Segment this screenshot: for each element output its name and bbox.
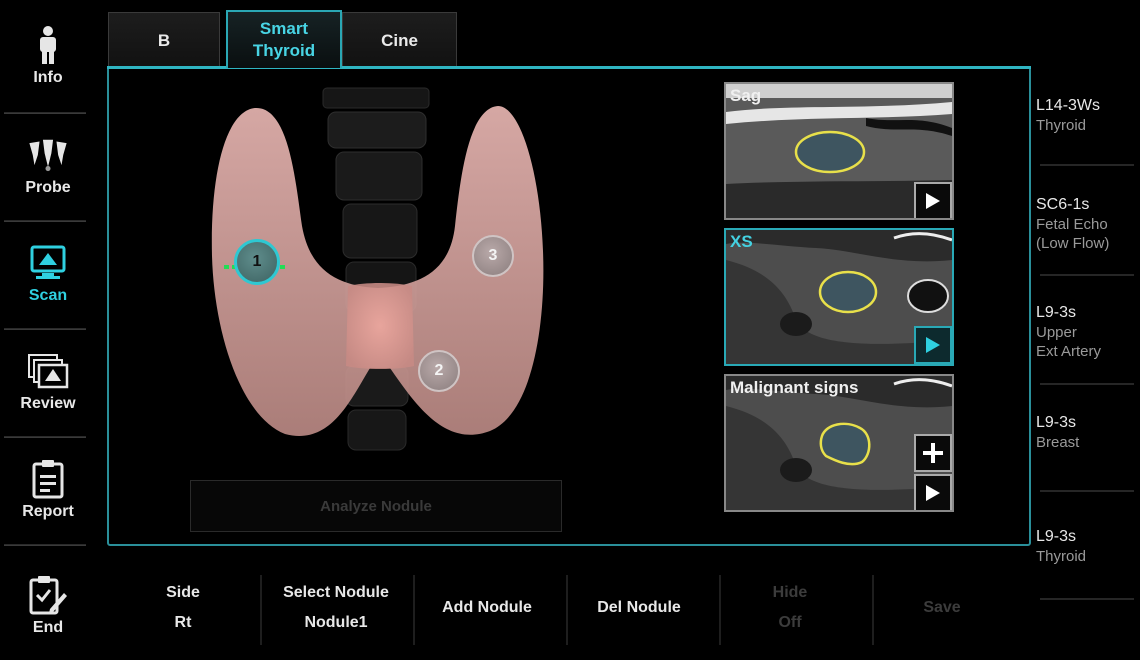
sidebar-item-label: Scan [28,287,68,304]
tab-b[interactable]: B [108,12,220,68]
play-button[interactable] [914,182,952,218]
thumbnail-malignant-signs[interactable]: Malignant signs [724,374,954,512]
add-nodule-button[interactable]: Add Nodule [412,560,562,656]
sidebar-item-end[interactable]: End [0,552,96,658]
person-icon [26,23,70,67]
probe-preset-l9-3s-thyroid[interactable]: L9-3s Thyroid [1036,527,1140,566]
tab-label: B [157,30,171,50]
sidebar-divider [4,544,86,546]
sidebar-item-label: Report [22,503,74,520]
control-label: Select Nodule [283,584,389,601]
tab-label: Smart Thyroid [252,19,316,60]
sidebar-item-scan[interactable]: Scan [0,220,96,326]
control-label: Add Nodule [442,599,532,616]
end-icon [26,573,70,617]
play-button[interactable] [914,326,952,364]
probe-name: L9-3s [1036,304,1077,321]
probe-divider [1040,598,1134,600]
probe-preset-sc6-1s[interactable]: SC6-1s Fetal Echo (Low Flow) [1036,195,1140,253]
sidebar-item-report[interactable]: Report [0,436,96,542]
sidebar-item-review[interactable]: Review [0,328,96,434]
thumbnail-xs[interactable]: XS [724,228,954,366]
probe-name: L9-3s [1036,414,1077,431]
play-icon [926,485,940,501]
sidebar-item-probe[interactable]: Probe [0,112,96,218]
nodule-marker-3[interactable]: 3 [472,235,514,277]
sidebar-item-label: Probe [25,179,71,196]
control-value: Rt [174,614,192,631]
probe-divider [1040,490,1134,492]
probe-preset: Thyroid [1036,117,1087,134]
play-icon [926,193,940,209]
probe-name: L14-3Ws [1036,97,1101,114]
control-value: Nodule1 [304,614,368,631]
control-label: Hide [772,584,808,601]
nodule-label: 1 [252,253,262,270]
nodule-outline [794,130,866,174]
probe-preset-l14-3ws[interactable]: L14-3Ws Thyroid [1036,96,1140,135]
thumbnail-sag[interactable]: Sag [724,82,954,220]
probe-preset: Ext Artery [1036,343,1102,360]
review-icon [26,349,70,393]
probe-divider [1040,274,1134,276]
report-icon [26,457,70,501]
tab-smart-thyroid[interactable]: Smart Thyroid [226,10,342,68]
sidebar-item-label: Review [20,395,76,412]
probe-preset: Fetal Echo [1036,216,1108,233]
thumbnail-title: Malignant signs [730,378,859,397]
hide-control[interactable]: Hide Off [715,560,865,656]
thyroid-isthmus [346,283,414,369]
select-nodule-control[interactable]: Select Nodule Nodule1 [261,560,411,656]
tab-cine[interactable]: Cine [342,12,457,68]
probe-divider [1040,383,1134,385]
save-button[interactable]: Save [867,560,1017,656]
probe-preset: (Low Flow) [1036,235,1110,252]
probe-preset: Breast [1036,434,1080,451]
tab-label: Cine [381,30,418,50]
probe-preset-l9-3s-upper-ext-artery[interactable]: L9-3s Upper Ext Artery [1036,303,1140,361]
plus-icon [923,443,943,463]
probe-divider [1040,164,1134,166]
sidebar-item-info[interactable]: Info [0,2,96,108]
nodule-label: 3 [488,247,498,264]
nodule-outline [818,270,878,314]
analyze-nodule-label: Analyze Nodule [320,497,432,515]
del-nodule-button[interactable]: Del Nodule [564,560,714,656]
control-label: Del Nodule [597,599,681,616]
nodule-marker-1[interactable]: 1 [234,239,280,285]
analyze-nodule-button[interactable]: Analyze Nodule [190,480,562,532]
control-label: Save [923,599,961,616]
probe-preset-l9-3s-breast[interactable]: L9-3s Breast [1036,413,1140,452]
scan-icon [26,241,70,285]
side-control[interactable]: Side Rt [108,560,258,656]
probe-icon [26,133,70,177]
probe-preset: Thyroid [1036,548,1087,565]
probe-preset: Upper [1036,324,1077,341]
sidebar-item-label: Info [33,69,63,86]
expand-button[interactable] [914,434,952,472]
nodule-label: 2 [434,362,444,379]
thumbnail-title: Sag [730,86,762,105]
play-button[interactable] [914,474,952,510]
control-value: Off [778,614,802,631]
probe-name: L9-3s [1036,528,1077,545]
nodule-marker-2[interactable]: 2 [418,350,460,392]
sidebar-item-label: End [32,619,64,636]
left-sidebar: Info Probe Scan Review Report End [0,0,96,660]
play-icon [926,337,940,353]
control-label: Side [166,584,200,601]
thumbnail-title: XS [730,232,753,251]
nodule-outline [819,422,871,466]
probe-name: SC6-1s [1036,196,1090,213]
